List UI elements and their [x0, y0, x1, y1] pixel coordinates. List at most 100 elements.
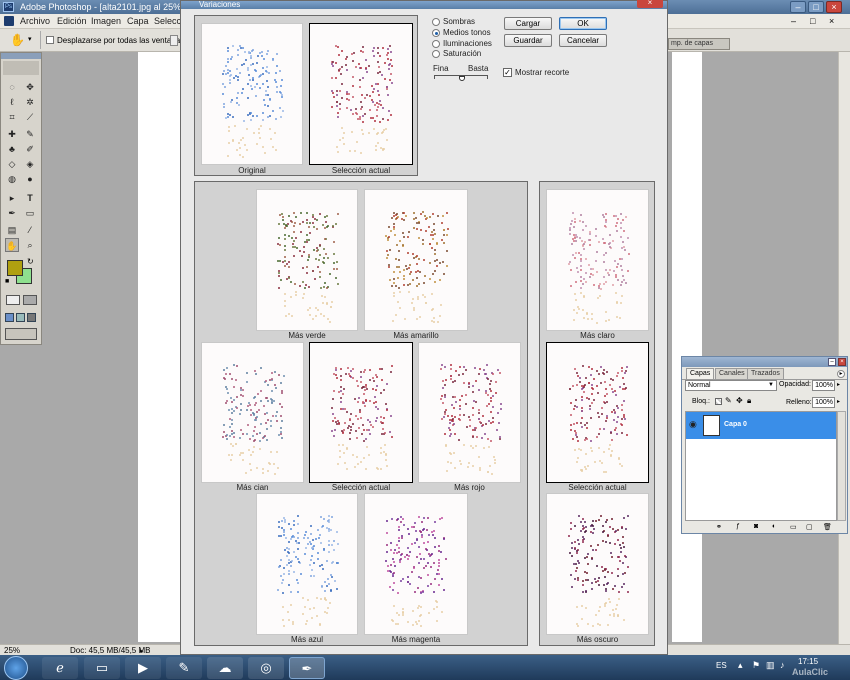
- doc-close-icon[interactable]: ×: [829, 16, 834, 26]
- load-button[interactable]: Cargar: [504, 17, 552, 30]
- fill-input[interactable]: 100%: [812, 397, 835, 408]
- fill-slider-arrow-icon[interactable]: ▸: [837, 398, 840, 405]
- save-button[interactable]: Guardar: [504, 34, 552, 47]
- scroll-all-windows-checkbox[interactable]: [46, 36, 54, 44]
- layer-mask-icon[interactable]: ◙: [754, 523, 758, 530]
- language-indicator[interactable]: ES: [716, 661, 727, 670]
- new-layer-icon[interactable]: ▢: [806, 523, 813, 531]
- tab-trazados[interactable]: Trazados: [747, 368, 784, 379]
- ps-menu-icon[interactable]: [4, 16, 14, 26]
- pen-tool-icon[interactable]: ✒: [5, 206, 19, 220]
- brush-tool-icon[interactable]: ✎: [23, 127, 37, 141]
- close-button[interactable]: ×: [826, 1, 842, 13]
- radio-midtones[interactable]: [432, 29, 440, 37]
- file-explorer-icon[interactable]: ▭: [84, 657, 120, 679]
- foreground-color-swatch[interactable]: [7, 260, 23, 276]
- action-center-icon[interactable]: ⚑: [752, 660, 760, 671]
- current-pick-thumbnail[interactable]: [309, 23, 413, 165]
- document-canvas-left[interactable]: [138, 52, 182, 642]
- screen-mode-full-icon[interactable]: [27, 313, 36, 322]
- eraser-tool-icon[interactable]: ◇: [5, 157, 19, 171]
- paint-bucket-tool-icon[interactable]: ◈: [23, 157, 37, 171]
- move-tool-icon[interactable]: ✥: [23, 80, 37, 94]
- quick-mask-button[interactable]: [23, 295, 37, 305]
- clock-time[interactable]: 17:15: [798, 657, 818, 666]
- slice-tool-icon[interactable]: ⟋: [23, 110, 37, 124]
- show-clipping-checkbox[interactable]: ✓: [503, 68, 512, 77]
- hand-tool-icon[interactable]: ✋: [5, 238, 19, 252]
- opacity-slider-arrow-icon[interactable]: ▸: [837, 381, 840, 388]
- toolbox-grip[interactable]: [1, 53, 41, 59]
- type-tool-icon[interactable]: T: [23, 191, 37, 205]
- cancel-button[interactable]: Cancelar: [559, 34, 607, 47]
- delete-layer-icon[interactable]: 🗑︎: [823, 523, 832, 531]
- marquee-tool-icon[interactable]: ◌: [5, 80, 19, 94]
- current-brightness-thumbnail[interactable]: [546, 342, 649, 483]
- network-app-icon[interactable]: ☁: [207, 657, 243, 679]
- screen-mode-menu-icon[interactable]: [16, 313, 25, 322]
- start-button[interactable]: [4, 656, 28, 680]
- actual-pixels-button[interactable]: [170, 35, 178, 46]
- menu-edicion[interactable]: Edición: [57, 16, 87, 26]
- minimize-button[interactable]: –: [790, 1, 806, 13]
- tool-preset-dropdown-icon[interactable]: ▾: [28, 35, 32, 43]
- shape-tool-icon[interactable]: ▭: [23, 206, 37, 220]
- paint-app-icon[interactable]: ✎: [166, 657, 202, 679]
- fine-coarse-slider-thumb[interactable]: [459, 76, 465, 81]
- menu-seleccion[interactable]: Selecc: [154, 16, 181, 26]
- panel-close-icon[interactable]: ×: [838, 358, 846, 366]
- layer-comps-tab[interactable]: mp. de capas: [668, 38, 730, 50]
- dodge-tool-icon[interactable]: ●: [23, 172, 37, 186]
- panel-minimize-icon[interactable]: –: [828, 358, 836, 366]
- tab-capas[interactable]: Capas: [686, 368, 715, 379]
- tab-canales[interactable]: Canales: [715, 368, 749, 379]
- layer-name[interactable]: Capa 0: [724, 421, 747, 428]
- blend-mode-select[interactable]: Normal ▼: [685, 380, 777, 391]
- network-icon[interactable]: ▥: [766, 660, 775, 671]
- zoom-tool-icon[interactable]: ⌕: [23, 238, 37, 252]
- jump-to-imageready-button[interactable]: [5, 328, 37, 340]
- history-brush-tool-icon[interactable]: ✐: [23, 142, 37, 156]
- document-scrollbar[interactable]: [838, 52, 850, 644]
- volume-icon[interactable]: ♪: [780, 660, 785, 670]
- new-group-icon[interactable]: ▭: [790, 523, 797, 531]
- default-colors-icon[interactable]: ■: [5, 278, 9, 285]
- chrome-browser-icon[interactable]: ◎: [248, 657, 284, 679]
- more-green-thumbnail[interactable]: [256, 189, 358, 331]
- lighter-thumbnail[interactable]: [546, 189, 649, 331]
- healing-brush-tool-icon[interactable]: ✚: [5, 127, 19, 141]
- layer-style-icon[interactable]: ƒ: [736, 523, 740, 530]
- menu-capa[interactable]: Capa: [127, 16, 149, 26]
- layer-row-capa-0[interactable]: ◉ Capa 0: [686, 412, 836, 439]
- panel-menu-icon[interactable]: ▸: [837, 370, 845, 378]
- lock-all-icon[interactable]: 🔒︎: [747, 396, 751, 406]
- radio-highlights[interactable]: [432, 40, 440, 48]
- tray-arrow-icon[interactable]: ▴: [738, 660, 743, 671]
- current-center-thumbnail[interactable]: [309, 342, 413, 483]
- menu-archivo[interactable]: Archivo: [20, 16, 50, 26]
- eye-visibility-icon[interactable]: ◉: [689, 419, 697, 430]
- hand-tool-icon[interactable]: ✋: [10, 33, 25, 47]
- more-magenta-thumbnail[interactable]: [364, 493, 468, 635]
- radio-saturation[interactable]: [432, 50, 440, 58]
- media-player-icon[interactable]: ▶: [125, 657, 161, 679]
- blur-tool-icon[interactable]: ◍: [5, 172, 19, 186]
- lock-pixels-icon[interactable]: ✎: [725, 396, 732, 405]
- internet-explorer-icon[interactable]: ℯ: [42, 657, 78, 679]
- document-canvas-right[interactable]: [672, 52, 702, 642]
- more-blue-thumbnail[interactable]: [256, 493, 358, 635]
- path-selection-tool-icon[interactable]: ▸: [5, 191, 19, 205]
- original-thumbnail[interactable]: [201, 23, 303, 165]
- opacity-input[interactable]: 100%: [812, 380, 835, 391]
- layers-panel-titlebar[interactable]: [682, 357, 847, 367]
- doc-restore-icon[interactable]: □: [810, 16, 815, 26]
- swap-colors-icon[interactable]: ↻: [27, 257, 34, 266]
- screen-mode-standard-icon[interactable]: [5, 313, 14, 322]
- adjustment-layer-icon[interactable]: ◐: [772, 523, 776, 530]
- doc-minimize-icon[interactable]: –: [791, 16, 796, 26]
- lock-transparency-icon[interactable]: [715, 398, 722, 405]
- menu-imagen[interactable]: Imagen: [91, 16, 121, 26]
- more-yellow-thumbnail[interactable]: [364, 189, 468, 331]
- maximize-button[interactable]: □: [808, 1, 824, 13]
- ok-button[interactable]: OK: [559, 17, 607, 30]
